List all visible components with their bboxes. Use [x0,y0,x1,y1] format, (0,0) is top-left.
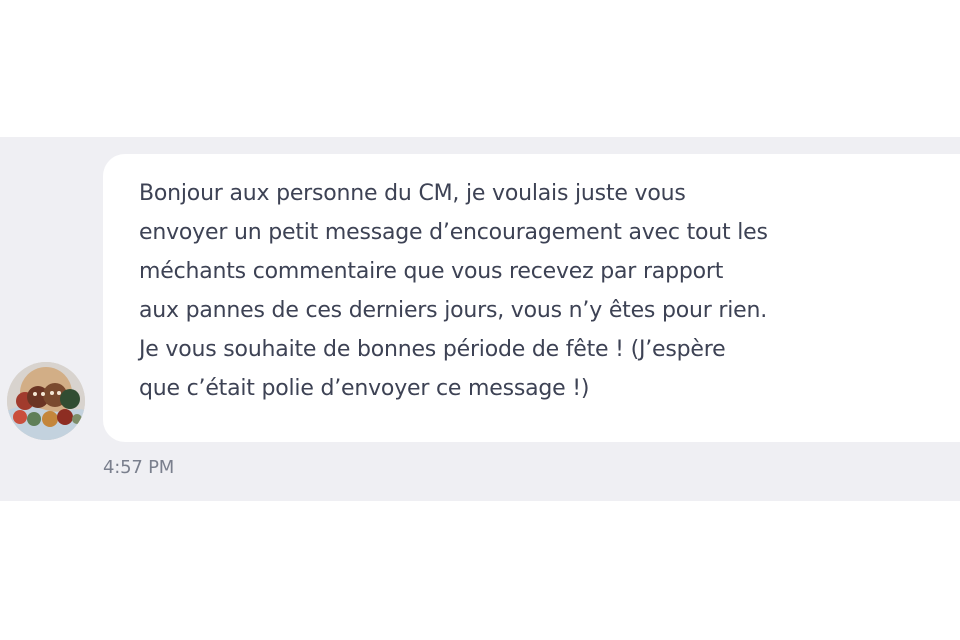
message-text: Bonjour aux personne du CM, je voulais j… [139,181,768,401]
avatar-photo-icon [7,362,85,440]
message-bubble[interactable]: Bonjour aux personne du CM, je voulais j… [103,154,960,442]
message-timestamp: 4:57 PM [103,457,175,478]
user-avatar[interactable] [7,362,85,440]
chat-message-area: Bonjour aux personne du CM, je voulais j… [0,137,960,501]
message-row: Bonjour aux personne du CM, je voulais j… [0,137,960,501]
chat-screen: Bonjour aux personne du CM, je voulais j… [0,0,960,640]
